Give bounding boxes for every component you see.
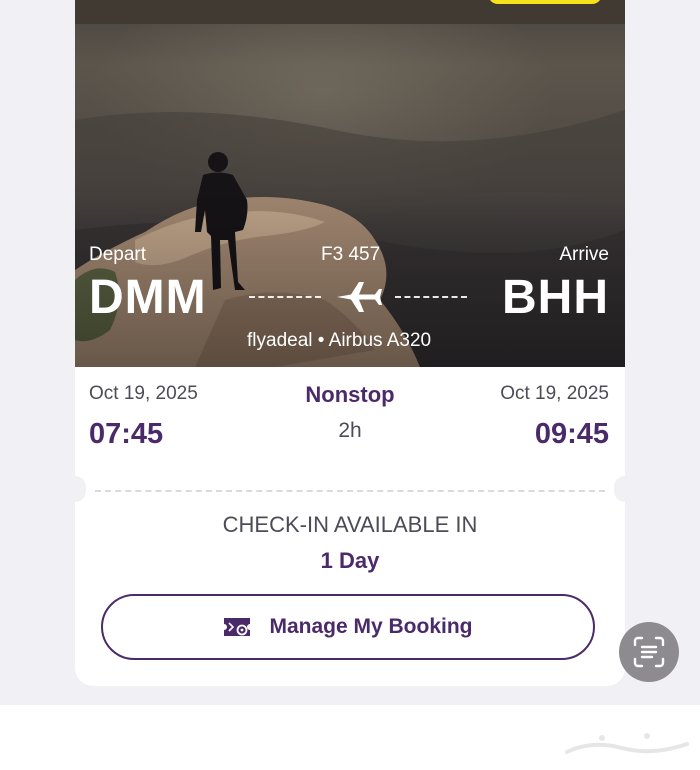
route-dash-left (249, 296, 321, 298)
arrive-label: Arrive (559, 244, 609, 265)
airline-aircraft-info: flyadeal • Airbus A320 (247, 330, 432, 351)
origin-airport-code: DMM (89, 271, 207, 324)
manage-booking-label: Manage My Booking (269, 615, 473, 638)
flight-number: F3 457 (321, 244, 381, 265)
depart-label: Depart (89, 244, 147, 265)
checkin-countdown: 1 Day (320, 548, 380, 573)
checkin-availability-title: CHECK-IN AVAILABLE IN (222, 512, 478, 537)
hero-image: Depart F3 457 Arrive DMM BHH flyadeal • … (75, 0, 625, 367)
route-dash-right (395, 296, 467, 298)
manage-booking-button[interactable]: Manage My Booking (101, 594, 595, 660)
watermark-logo (565, 733, 689, 754)
airplane-icon (337, 282, 382, 312)
flight-card: Depart F3 457 Arrive DMM BHH flyadeal • … (75, 0, 625, 686)
arrival-time: 09:45 (534, 418, 609, 450)
destination-airport-code: BHH (502, 271, 609, 324)
screen-scan-icon (633, 636, 665, 668)
arrival-date: Oct 19, 2025 (500, 383, 609, 404)
screen-scan-button[interactable] (619, 622, 679, 682)
ticket-notch-left (75, 476, 86, 502)
ticket-tear-line (95, 490, 605, 492)
ticket-notch-right (614, 476, 625, 502)
ticket-settings-icon (224, 618, 251, 636)
